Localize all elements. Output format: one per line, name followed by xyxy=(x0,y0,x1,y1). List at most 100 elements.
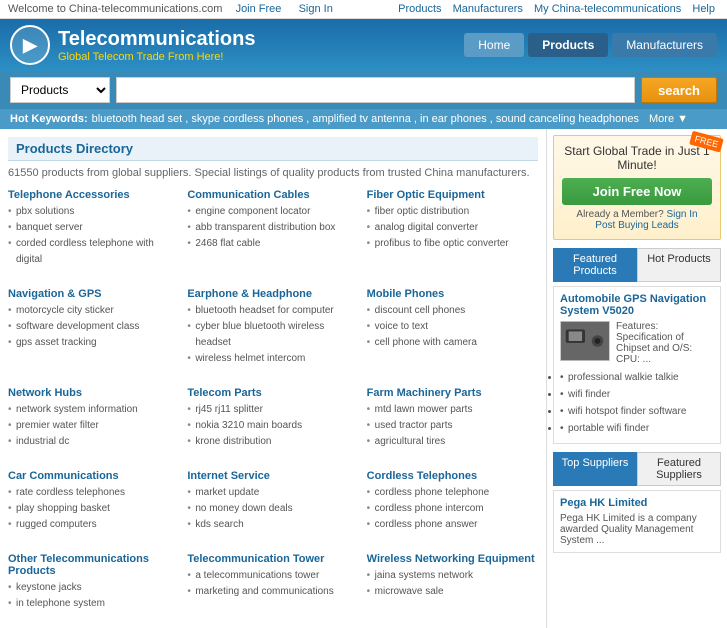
category-cordless-telephones: Cordless Telephones cordless phone telep… xyxy=(367,470,538,533)
products-dir-title: Products Directory xyxy=(8,137,538,161)
list-item: network system information xyxy=(8,402,179,418)
category-telephone-accessories-link[interactable]: Telephone Accessories xyxy=(8,189,130,201)
keyword-sound-canceling[interactable]: sound canceling headphones xyxy=(496,113,639,125)
category-other-telecom-items: keystone jacks in telephone system xyxy=(8,580,179,612)
category-mobile-phones-link[interactable]: Mobile Phones xyxy=(367,288,445,300)
list-item: corded cordless telephone with digital xyxy=(8,236,179,268)
search-category-select[interactable]: Products xyxy=(10,77,110,103)
keyword-tv-antenna[interactable]: amplified tv antenna xyxy=(312,113,410,125)
list-item: software development class xyxy=(8,319,179,335)
join-box-sub: Already a Member? Sign In Post Buying Le… xyxy=(562,209,712,231)
join-now-button[interactable]: Join Free Now xyxy=(562,178,712,205)
category-farm-machinery-items: mtd lawn mower parts used tractor parts … xyxy=(367,402,538,450)
list-item: pbx solutions xyxy=(8,204,179,220)
category-wireless-networking-link[interactable]: Wireless Networking Equipment xyxy=(367,553,535,565)
supplier-name: Pega HK Limited xyxy=(560,497,714,509)
list-item: portable wifi finder xyxy=(560,420,714,437)
list-item: motorcycle city sticker xyxy=(8,303,179,319)
products-nav-button[interactable]: Products xyxy=(528,33,608,57)
sign-in-sidebar-link[interactable]: Sign In xyxy=(666,209,697,220)
category-telephone-accessories-items: pbx solutions banquet server corded cord… xyxy=(8,204,179,268)
list-item: microwave sale xyxy=(367,584,538,600)
category-network-hubs: Network Hubs network system information … xyxy=(8,387,179,450)
list-item: bluetooth headset for computer xyxy=(187,303,358,319)
post-buying-leads-link[interactable]: Post Buying Leads xyxy=(595,220,678,231)
list-item: marketing and communications xyxy=(187,584,358,600)
list-item: engine component locator xyxy=(187,204,358,220)
list-item: market update xyxy=(187,485,358,501)
category-other-telecom-link[interactable]: Other Telecommunications Products xyxy=(8,553,149,577)
search-input[interactable] xyxy=(116,77,635,103)
list-item: cell phone with camera xyxy=(367,335,538,351)
search-button[interactable]: search xyxy=(641,77,717,103)
keyword-skype[interactable]: skype cordless phones xyxy=(191,113,303,125)
list-item: cordless phone intercom xyxy=(367,501,538,517)
keyword-bluetooth[interactable]: bluetooth head set xyxy=(92,113,183,125)
list-item: fiber optic distribution xyxy=(367,204,538,220)
category-telecom-tower-link[interactable]: Telecommunication Tower xyxy=(187,553,324,565)
list-item: banquet server xyxy=(8,220,179,236)
featured-products-tab[interactable]: Featured Products xyxy=(553,248,637,282)
category-internet-service-link[interactable]: Internet Service xyxy=(187,470,270,482)
list-item: abb transparent distribution box xyxy=(187,220,358,236)
products-section: Products Directory 61550 products from g… xyxy=(0,129,547,628)
featured-product-card: Automobile GPS Navigation System V5020 F… xyxy=(553,286,721,444)
supplier-card: Pega HK Limited Pega HK Limited is a com… xyxy=(553,490,721,553)
category-telecom-parts-items: rj45 rj11 splitter nokia 3210 main board… xyxy=(187,402,358,450)
category-earphone-headphone-link[interactable]: Earphone & Headphone xyxy=(187,288,312,300)
top-suppliers-tab[interactable]: Top Suppliers xyxy=(553,452,637,486)
top-bar-welcome: Welcome to China-telecommunications.com … xyxy=(8,3,337,15)
home-nav-button[interactable]: Home xyxy=(464,33,524,57)
list-item: cordless phone answer xyxy=(367,517,538,533)
category-farm-machinery-link[interactable]: Farm Machinery Parts xyxy=(367,387,482,399)
join-box: FREE Start Global Trade in Just 1 Minute… xyxy=(553,135,721,240)
featured-product-details: Features: Specification of Chipset and O… xyxy=(616,321,714,365)
logo-icon: ▶ xyxy=(10,25,50,65)
supplier-tabs: Top Suppliers Featured Suppliers xyxy=(553,452,721,486)
nav-my-account-link[interactable]: My China-telecommunications xyxy=(534,3,681,15)
sign-in-link[interactable]: Sign In xyxy=(299,3,333,15)
featured-suppliers-tab[interactable]: Featured Suppliers xyxy=(637,452,721,486)
nav-products-link[interactable]: Products xyxy=(398,3,441,15)
list-item: rj45 rj11 splitter xyxy=(187,402,358,418)
list-item: kds search xyxy=(187,517,358,533)
category-network-hubs-link[interactable]: Network Hubs xyxy=(8,387,82,399)
main-content: Products Directory 61550 products from g… xyxy=(0,129,727,628)
more-keywords-button[interactable]: More ▼ xyxy=(649,113,688,125)
site-subtitle: Global Telecom Trade From Here! xyxy=(58,51,255,63)
list-item: cyber blue bluetooth wireless headset xyxy=(187,319,358,351)
keyword-ear-phones[interactable]: in ear phones xyxy=(420,113,487,125)
logo-text: Telecommunications Global Telecom Trade … xyxy=(58,28,255,63)
product-thumbnail xyxy=(560,321,610,361)
category-car-communications-link[interactable]: Car Communications xyxy=(8,470,119,482)
category-communication-cables: Communication Cables engine component lo… xyxy=(187,189,358,268)
manufacturers-nav-button[interactable]: Manufacturers xyxy=(612,33,717,57)
list-item: krone distribution xyxy=(187,434,358,450)
category-fiber-optic-link[interactable]: Fiber Optic Equipment xyxy=(367,189,485,201)
join-free-link[interactable]: Join Free xyxy=(236,3,282,15)
category-navigation-gps-link[interactable]: Navigation & GPS xyxy=(8,288,102,300)
category-earphone-headphone: Earphone & Headphone bluetooth headset f… xyxy=(187,288,358,367)
list-item: 2468 flat cable xyxy=(187,236,358,252)
category-car-communications-items: rate cordless telephones play shopping b… xyxy=(8,485,179,533)
category-car-communications: Car Communications rate cordless telepho… xyxy=(8,470,179,533)
hot-products-tab[interactable]: Hot Products xyxy=(637,248,721,282)
category-cordless-telephones-link[interactable]: Cordless Telephones xyxy=(367,470,477,482)
list-item: wifi hotspot finder software xyxy=(560,403,714,420)
category-telecom-parts: Telecom Parts rj45 rj11 splitter nokia 3… xyxy=(187,387,358,450)
category-telecom-parts-link[interactable]: Telecom Parts xyxy=(187,387,261,399)
list-item: play shopping basket xyxy=(8,501,179,517)
list-item: industrial dc xyxy=(8,434,179,450)
list-item: jaina systems network xyxy=(367,568,538,584)
products-grid: Telephone Accessories pbx solutions banq… xyxy=(8,189,538,620)
list-item: premier water filter xyxy=(8,418,179,434)
nav-manufacturers-link[interactable]: Manufacturers xyxy=(453,3,523,15)
category-mobile-phones-items: discount cell phones voice to text cell … xyxy=(367,303,538,351)
category-other-telecom: Other Telecommunications Products keysto… xyxy=(8,553,179,612)
category-communication-cables-link[interactable]: Communication Cables xyxy=(187,189,309,201)
join-box-title: Start Global Trade in Just 1 Minute! xyxy=(562,144,712,172)
category-farm-machinery: Farm Machinery Parts mtd lawn mower part… xyxy=(367,387,538,450)
hot-keywords-links: bluetooth head set , skype cordless phon… xyxy=(92,113,639,125)
nav-help-link[interactable]: Help xyxy=(692,3,715,15)
category-telecom-tower-items: a telecommunications tower marketing and… xyxy=(187,568,358,600)
